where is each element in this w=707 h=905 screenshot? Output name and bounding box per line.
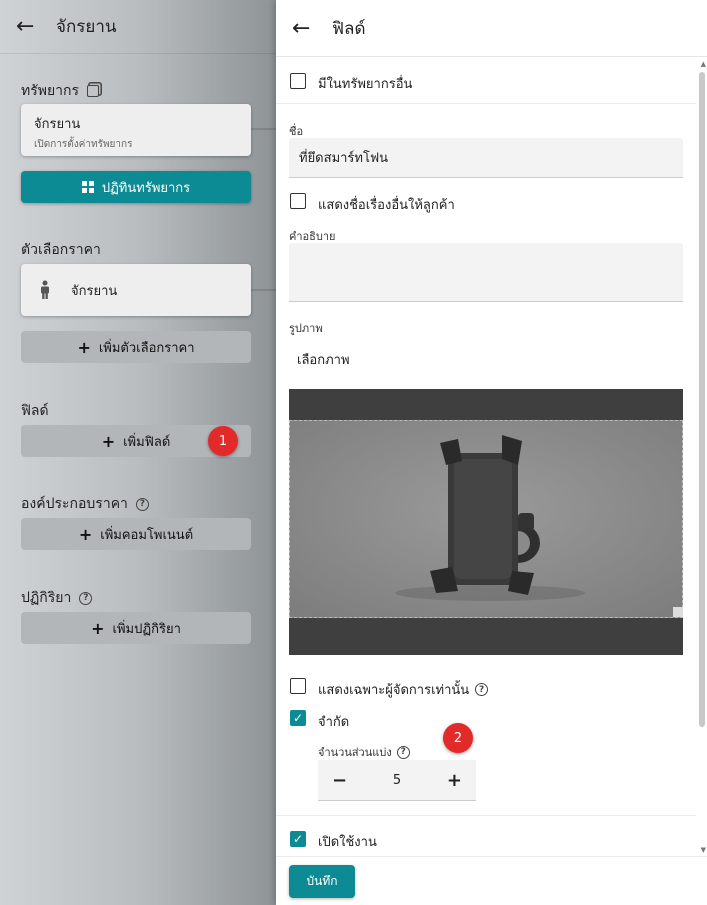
save-button[interactable]: บันทึก bbox=[289, 865, 355, 898]
fields-section-title: ฟิลด์ bbox=[21, 403, 49, 419]
crop-handle[interactable] bbox=[673, 607, 683, 617]
add-component-button[interactable]: + เพิ่มคอมโพเนนต์ bbox=[21, 518, 251, 550]
step-badge-1: 1 bbox=[208, 426, 238, 456]
resource-card[interactable]: จักรยาน เปิดการตั้งค่าทรัพยากร bbox=[21, 104, 251, 156]
field-drawer: ← ฟิลด์ มีในทรัพยากรอื่น ชื่อ ที่ยึดสมาร… bbox=[276, 0, 707, 905]
price-components-title-text: องค์ประกอบราคา bbox=[21, 496, 128, 512]
help-icon[interactable]: ? bbox=[135, 497, 149, 511]
help-icon[interactable]: ? bbox=[396, 745, 410, 759]
description-field[interactable] bbox=[289, 243, 683, 302]
phone-holder-image bbox=[290, 421, 682, 617]
add-field-label: เพิ่มฟิลด์ bbox=[123, 434, 171, 450]
crop-area[interactable] bbox=[289, 420, 683, 618]
calendar-button-label: ปฏิทินทรัพยากร bbox=[101, 180, 191, 196]
resources-title-text: ทรัพยากร bbox=[21, 83, 80, 99]
parts-value[interactable]: 5 bbox=[393, 773, 401, 788]
show-other-name-label: แสดงชื่อเรื่องอื่นให้ลูกค้า bbox=[318, 198, 455, 213]
plus-icon: + bbox=[91, 618, 105, 638]
help-icon[interactable]: ? bbox=[475, 683, 489, 696]
add-price-option-button[interactable]: + เพิ่มตัวเลือกราคา bbox=[21, 331, 251, 363]
plus-icon: + bbox=[101, 431, 116, 451]
image-label: รูปภาพ bbox=[289, 322, 323, 335]
plus-icon: + bbox=[77, 337, 91, 357]
show-other-name-checkbox[interactable] bbox=[290, 193, 306, 209]
price-components-title: องค์ประกอบราคา ? bbox=[21, 493, 149, 515]
resource-calendar-button[interactable]: ปฏิทินทรัพยากร bbox=[21, 171, 251, 203]
back-arrow-icon[interactable]: ← bbox=[292, 16, 320, 41]
price-option-name: จักรยาน bbox=[71, 283, 118, 299]
admin-only-checkbox[interactable] bbox=[290, 678, 306, 694]
enabled-checkbox[interactable]: ✓ bbox=[290, 831, 306, 847]
resource-title: จักรยาน bbox=[56, 17, 117, 37]
check-icon: ✓ bbox=[292, 832, 304, 846]
name-field[interactable]: ที่ยึดสมาร์ทโฟน bbox=[289, 138, 683, 178]
copy-icon[interactable] bbox=[87, 85, 100, 97]
minus-icon[interactable]: − bbox=[332, 770, 347, 791]
scrollbar-thumb[interactable] bbox=[699, 72, 705, 727]
plus-icon[interactable]: + bbox=[447, 770, 462, 791]
connector-line bbox=[251, 128, 277, 130]
help-icon[interactable]: ? bbox=[79, 591, 93, 605]
image-cropper[interactable] bbox=[289, 389, 683, 655]
resource-card-name: จักรยาน bbox=[34, 117, 81, 132]
add-action-button[interactable]: + เพิ่มปฏิกิริยา bbox=[21, 612, 251, 644]
price-option-card[interactable]: จักรยาน bbox=[21, 264, 251, 316]
resource-header: ← จักรยาน bbox=[0, 0, 276, 54]
limited-checkbox[interactable]: ✓ bbox=[290, 710, 306, 726]
calendar-grid-icon bbox=[81, 181, 94, 193]
add-price-option-label: เพิ่มตัวเลือกราคา bbox=[98, 340, 195, 356]
resource-card-sub: เปิดการตั้งค่าทรัพยากร bbox=[34, 139, 133, 150]
resource-panel: ← จักรยาน ทรัพยากร จักรยาน เปิดการตั้งค่… bbox=[0, 0, 277, 905]
actions-title-text: ปฏิกิริยา bbox=[21, 590, 72, 606]
check-icon: ✓ bbox=[292, 711, 304, 725]
parts-stepper[interactable]: − 5 + bbox=[318, 760, 476, 801]
other-resources-label: มีในทรัพยากรอื่น bbox=[318, 77, 413, 92]
parts-label: จำนวนส่วนแบ่ง bbox=[318, 746, 392, 759]
divider bbox=[276, 856, 707, 857]
step-badge-2: 2 bbox=[443, 723, 473, 753]
parts-label-row: จำนวนส่วนแบ่ง ? bbox=[318, 743, 410, 761]
drawer-title: ฟิลด์ bbox=[332, 18, 366, 39]
price-options-title: ตัวเลือกราคา bbox=[21, 242, 101, 258]
plus-icon: + bbox=[78, 524, 93, 544]
connector-line bbox=[251, 289, 277, 291]
back-arrow-icon[interactable]: ← bbox=[16, 14, 44, 39]
scroll-up-icon[interactable]: ▲ bbox=[701, 60, 706, 68]
divider bbox=[276, 103, 696, 104]
name-field-value: ที่ยึดสมาร์ทโฟน bbox=[299, 151, 389, 166]
admin-only-label: แสดงเฉพาะผู้จัดการเท่านั้น bbox=[318, 683, 470, 698]
admin-only-row: แสดงเฉพาะผู้จัดการเท่านั้น ? bbox=[318, 679, 489, 700]
limited-label: จำกัด bbox=[318, 715, 350, 730]
add-action-label: เพิ่มปฏิกิริยา bbox=[112, 621, 181, 637]
actions-section-title: ปฏิกิริยา ? bbox=[21, 587, 93, 609]
scroll-down-icon[interactable]: ▼ bbox=[701, 846, 706, 854]
divider bbox=[276, 815, 696, 816]
enabled-label: เปิดใช้งาน bbox=[318, 835, 377, 850]
choose-image-link[interactable]: เลือกภาพ bbox=[297, 349, 350, 370]
drawer-header: ← ฟิลด์ bbox=[276, 0, 707, 57]
other-resources-checkbox[interactable] bbox=[290, 73, 306, 89]
person-icon bbox=[41, 280, 49, 299]
add-component-label: เพิ่มคอมโพเนนต์ bbox=[100, 527, 194, 543]
resources-section-title: ทรัพยากร bbox=[21, 80, 100, 102]
